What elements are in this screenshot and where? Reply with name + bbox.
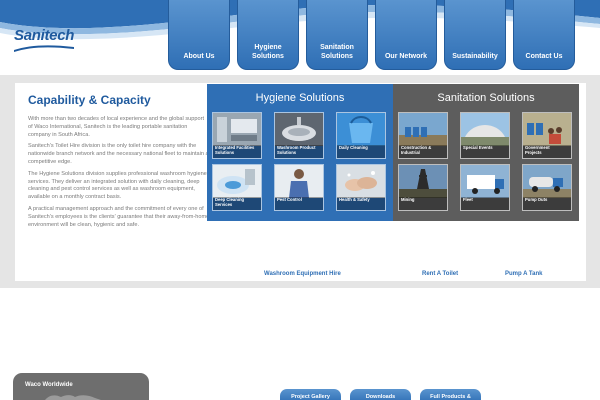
content-band: Capability & Capacity With more than two…: [0, 75, 600, 288]
tile-fleet[interactable]: Fleet: [460, 164, 510, 211]
world-map-icon: [45, 395, 101, 400]
rent-a-toilet-link[interactable]: Rent A Toilet: [422, 271, 458, 277]
handwash-photo-icon: [337, 165, 385, 198]
tile-construction-industrial[interactable]: Construction & Industrial: [398, 112, 448, 159]
nav-hygiene-solutions[interactable]: Hygiene Solutions: [237, 0, 299, 70]
solutions-grid: Hygiene Solutions Integrated Facilities …: [207, 84, 579, 221]
nav-label: Sustainability: [452, 53, 498, 60]
tile-mining[interactable]: Mining: [398, 164, 448, 211]
washroom-equipment-hire-link[interactable]: Washroom Equipment Hire: [264, 271, 341, 277]
intro-title: Capability & Capacity: [28, 93, 151, 107]
nav-sanitation-solutions[interactable]: Sanitation Solutions: [306, 0, 368, 70]
tile-label: Health & Safety: [337, 197, 385, 210]
tile-label: Pest Control: [275, 197, 323, 210]
tile-daily-cleaning[interactable]: Daily Cleaning: [336, 112, 386, 159]
waco-worldwide-box[interactable]: Waco Worldwide: [13, 373, 149, 400]
tile-label: Washroom Product Solutions: [275, 145, 323, 158]
intro-paragraph: The Hygiene Solutions division supplies …: [28, 170, 207, 201]
tile-government-projects[interactable]: Government Projects: [522, 112, 572, 159]
tile-special-events[interactable]: Special Events: [460, 112, 510, 159]
logo-swoosh-icon: [14, 45, 74, 52]
nav-sustainability[interactable]: Sustainability: [444, 0, 506, 70]
tile-label: Construction & Industrial: [399, 145, 447, 158]
tile-label: Special Events: [461, 145, 509, 158]
washroom-photo-icon: [213, 113, 261, 146]
nav-about-us[interactable]: About Us: [168, 0, 230, 70]
mine-photo-icon: [399, 165, 447, 198]
tile-label: Deep Cleaning Services: [213, 197, 261, 210]
nav-contact-us[interactable]: Contact Us: [513, 0, 575, 70]
tile-pest-control[interactable]: Pest Control: [274, 164, 324, 211]
sanitech-logo[interactable]: Sanitech: [14, 27, 76, 53]
intro-paragraph: Sanitech's Toilet Hire division is the o…: [28, 143, 209, 165]
main-nav: About Us Hygiene Solutions Sanitation So…: [168, 0, 575, 72]
construction-photo-icon: [399, 113, 447, 146]
hygiene-solutions-panel: Hygiene Solutions Integrated Facilities …: [207, 84, 393, 221]
tile-label: Integrated Facilities Solutions: [213, 145, 261, 158]
full-products-button[interactable]: Full Products &: [420, 389, 481, 400]
tile-health-safety[interactable]: Health & Safety: [336, 164, 386, 211]
truck-photo-icon: [461, 165, 509, 198]
nav-label: Our Network: [384, 53, 427, 60]
tile-label: Pump Outs: [523, 197, 571, 210]
nav-label: Contact Us: [525, 53, 563, 60]
tile-pump-outs[interactable]: Pump Outs: [522, 164, 572, 211]
site-header: Sanitech About Us Hygiene Solutions Sani…: [0, 0, 600, 75]
downloads-button[interactable]: Downloads: [350, 389, 411, 400]
tile-label: Government Projects: [523, 145, 571, 158]
content-panel: Capability & Capacity With more than two…: [15, 83, 586, 281]
community-photo-icon: [523, 113, 571, 146]
cleaning-photo-icon: [213, 165, 261, 198]
basin-photo-icon: [275, 113, 323, 146]
pump-a-tank-link[interactable]: Pump A Tank: [505, 271, 542, 277]
intro-paragraph: A practical management approach and the …: [28, 205, 210, 228]
nav-label: Sanitation Solutions: [320, 44, 354, 60]
project-gallery-button[interactable]: Project Gallery: [280, 389, 341, 400]
sanitation-solutions-panel: Sanitation Solutions Construction & Indu…: [393, 84, 579, 221]
tile-label: Fleet: [461, 197, 509, 210]
tile-label: Daily Cleaning: [337, 145, 385, 158]
hygiene-title: Hygiene Solutions: [255, 92, 345, 104]
bucket-photo-icon: [337, 113, 385, 146]
technician-photo-icon: [275, 165, 323, 198]
logo-text: Sanitech: [14, 27, 75, 44]
waco-worldwide-title: Waco Worldwide: [25, 382, 73, 388]
tile-deep-cleaning[interactable]: Deep Cleaning Services: [212, 164, 262, 211]
nav-label: Hygiene Solutions: [252, 44, 284, 60]
pump-truck-photo-icon: [523, 165, 571, 198]
intro-paragraph: With more than two decades of local expe…: [28, 116, 204, 138]
nav-label: About Us: [183, 53, 215, 60]
nav-our-network[interactable]: Our Network: [375, 0, 437, 70]
intro-section: Capability & Capacity With more than two…: [28, 93, 210, 233]
tile-label: Mining: [399, 197, 447, 210]
sanitation-title: Sanitation Solutions: [437, 92, 535, 104]
sanitation-tiles: Construction & Industrial Special Events…: [398, 112, 576, 211]
hygiene-tiles: Integrated Facilities Solutions Washroom…: [212, 112, 390, 211]
stadium-photo-icon: [461, 113, 509, 146]
tile-integrated-facilities[interactable]: Integrated Facilities Solutions: [212, 112, 262, 159]
tile-washroom-product[interactable]: Washroom Product Solutions: [274, 112, 324, 159]
